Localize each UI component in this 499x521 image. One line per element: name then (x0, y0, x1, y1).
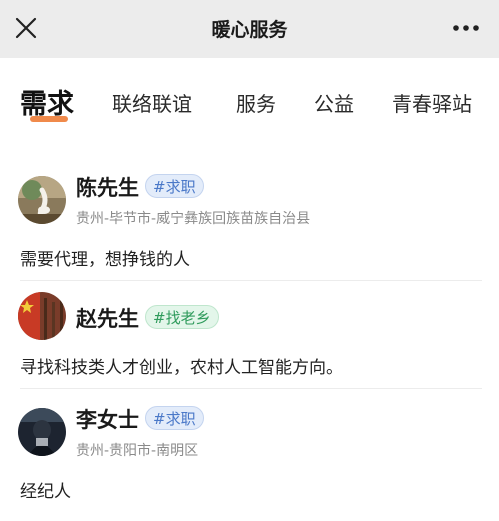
top-bar: 暖心服务 (0, 0, 499, 58)
more-icon[interactable] (450, 18, 482, 38)
tag-badge[interactable]: #求职 (145, 406, 204, 430)
user-name: 陈先生 (76, 176, 139, 200)
user-name: 赵先生 (76, 307, 139, 331)
page-title: 暖心服务 (211, 19, 288, 41)
tag-badge[interactable]: #找老乡 (145, 305, 219, 329)
divider (20, 388, 482, 389)
tab-liaison[interactable]: 联络联谊 (112, 88, 192, 117)
user-name: 李女士 (76, 408, 139, 432)
divider (20, 280, 482, 281)
tab-bar: 需求 联络联谊 服务 公益 青春驿站 (0, 58, 499, 140)
tab-services[interactable]: 服务 (236, 88, 276, 117)
avatar[interactable] (18, 176, 66, 224)
post-content: 经纪人 (20, 482, 71, 502)
avatar[interactable] (18, 292, 66, 340)
post-content: 需要代理，想挣钱的人 (20, 250, 190, 270)
location-text: 贵州-毕节市-威宁彝族回族苗族自治县 (76, 211, 311, 227)
tag-badge[interactable]: #求职 (145, 174, 204, 198)
location-text: 贵州-贵阳市-南明区 (76, 443, 199, 459)
active-tab-indicator (30, 116, 68, 122)
tab-youth-station[interactable]: 青春驿站 (392, 88, 472, 117)
post-content: 寻找科技类人才创业，农村人工智能方向。 (20, 358, 343, 378)
tab-charity[interactable]: 公益 (314, 88, 354, 117)
avatar[interactable] (18, 408, 66, 456)
